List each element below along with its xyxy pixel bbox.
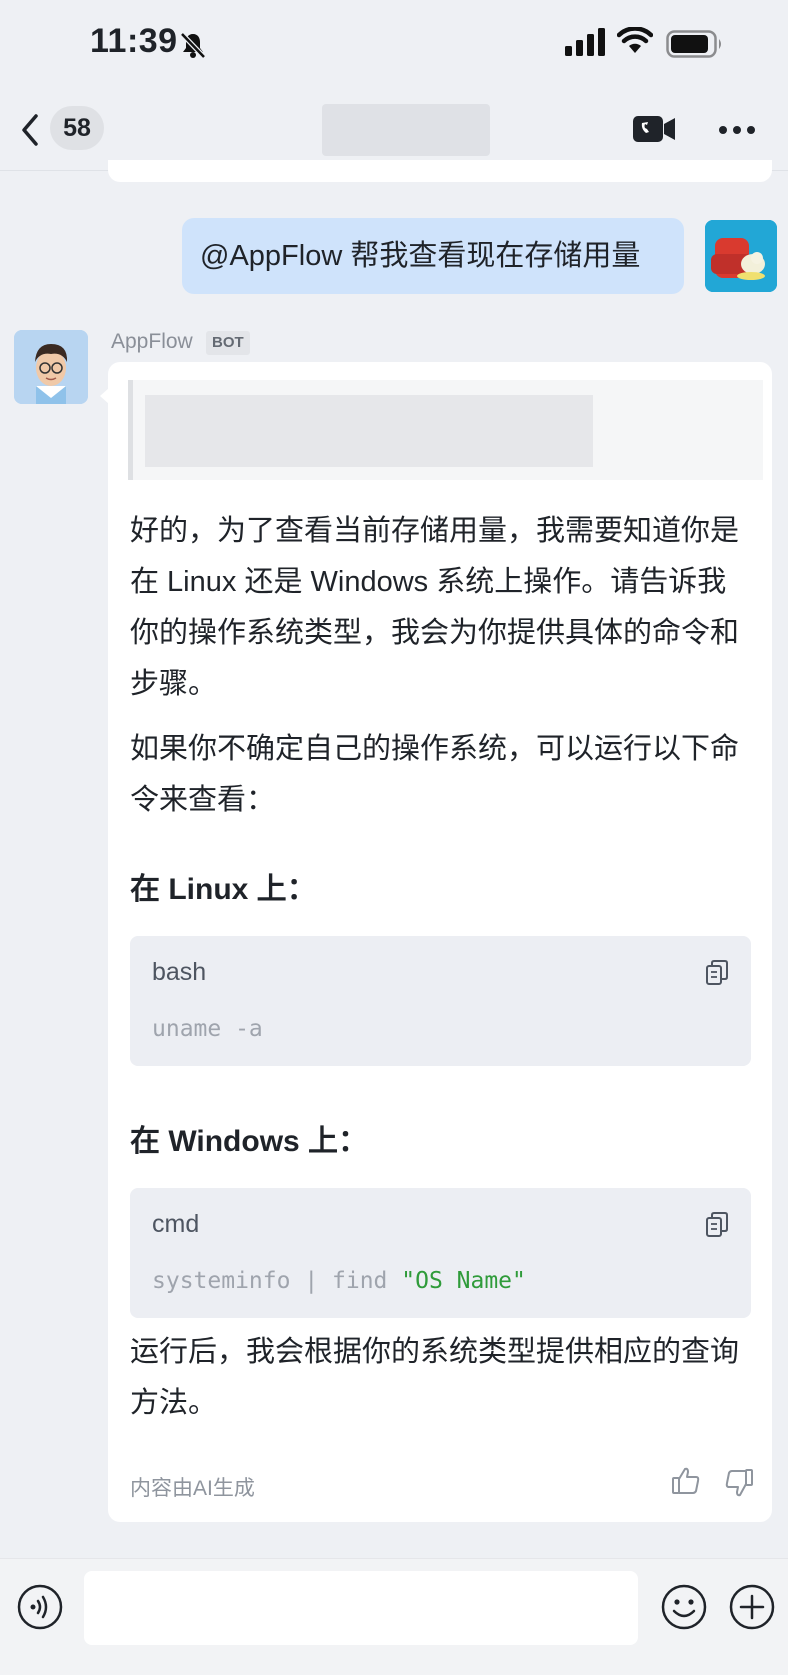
linux-heading: 在 Linux 上：: [130, 873, 317, 906]
quoted-text: [145, 395, 593, 467]
video-camera-icon[interactable]: [632, 114, 676, 144]
reply-paragraph: 如果你不确定自己的操作系统，可以运行以下命令来查看：: [130, 733, 740, 816]
bot-name: AppFlow: [111, 330, 193, 353]
armchair-avatar-image: [705, 220, 777, 292]
message-input[interactable]: [84, 1571, 638, 1645]
message-input-bar: [0, 1558, 788, 1675]
code-block-linux: bash uname -a: [130, 936, 751, 1066]
code-language-label: bash: [152, 958, 207, 986]
code-language-label: cmd: [152, 1210, 200, 1238]
reply-paragraph: 运行后，我会根据你的系统类型提供相应的查询方法。: [130, 1336, 740, 1419]
code-string: "OS Name": [401, 1268, 526, 1294]
thumbs-down-icon[interactable]: [724, 1468, 754, 1498]
copy-icon[interactable]: [705, 1212, 729, 1238]
bot-message-card[interactable]: 好的，为了查看当前存储用量，我需要知道你是在 Linux 还是 Windows …: [108, 362, 772, 1522]
code-command: systeminfo | find: [152, 1268, 402, 1294]
status-bar: 11:39: [0, 0, 788, 90]
chevron-left-icon[interactable]: [16, 112, 44, 148]
ellipsis-icon[interactable]: [718, 125, 756, 135]
previous-message-card: [108, 160, 772, 182]
code-line: uname -a: [152, 1016, 263, 1042]
user-avatar[interactable]: [705, 220, 777, 292]
windows-heading: 在 Windows 上：: [130, 1125, 369, 1158]
unread-count-badge[interactable]: 58: [50, 106, 104, 150]
signal-icon: [565, 28, 605, 56]
emoji-icon[interactable]: [660, 1583, 708, 1631]
reply-paragraph: 好的，为了查看当前存储用量，我需要知道你是在 Linux 还是 Windows …: [130, 515, 740, 700]
wifi-icon: [617, 27, 653, 53]
plus-icon[interactable]: [728, 1583, 776, 1631]
bot-avatar-image: [14, 330, 88, 404]
bot-badge: BOT: [206, 331, 250, 355]
chat-title: [322, 104, 490, 156]
battery-icon: [666, 30, 721, 58]
user-message-bubble[interactable]: @AppFlow 帮我查看现在存储用量: [182, 218, 684, 294]
quoted-message[interactable]: [128, 380, 763, 480]
ai-generated-notice: 内容由AI生成: [130, 1477, 255, 1500]
code-block-windows: cmd systeminfo | find "OS Name": [130, 1188, 751, 1318]
status-time: 11:39: [90, 22, 178, 60]
bell-slash-icon: [180, 32, 206, 59]
code-line: systeminfo | find "OS Name": [152, 1268, 526, 1294]
thumbs-up-icon[interactable]: [671, 1466, 701, 1496]
chat-header: 58: [0, 90, 788, 171]
bot-avatar[interactable]: [14, 330, 88, 404]
copy-icon[interactable]: [705, 960, 729, 986]
voice-icon[interactable]: [16, 1583, 64, 1631]
